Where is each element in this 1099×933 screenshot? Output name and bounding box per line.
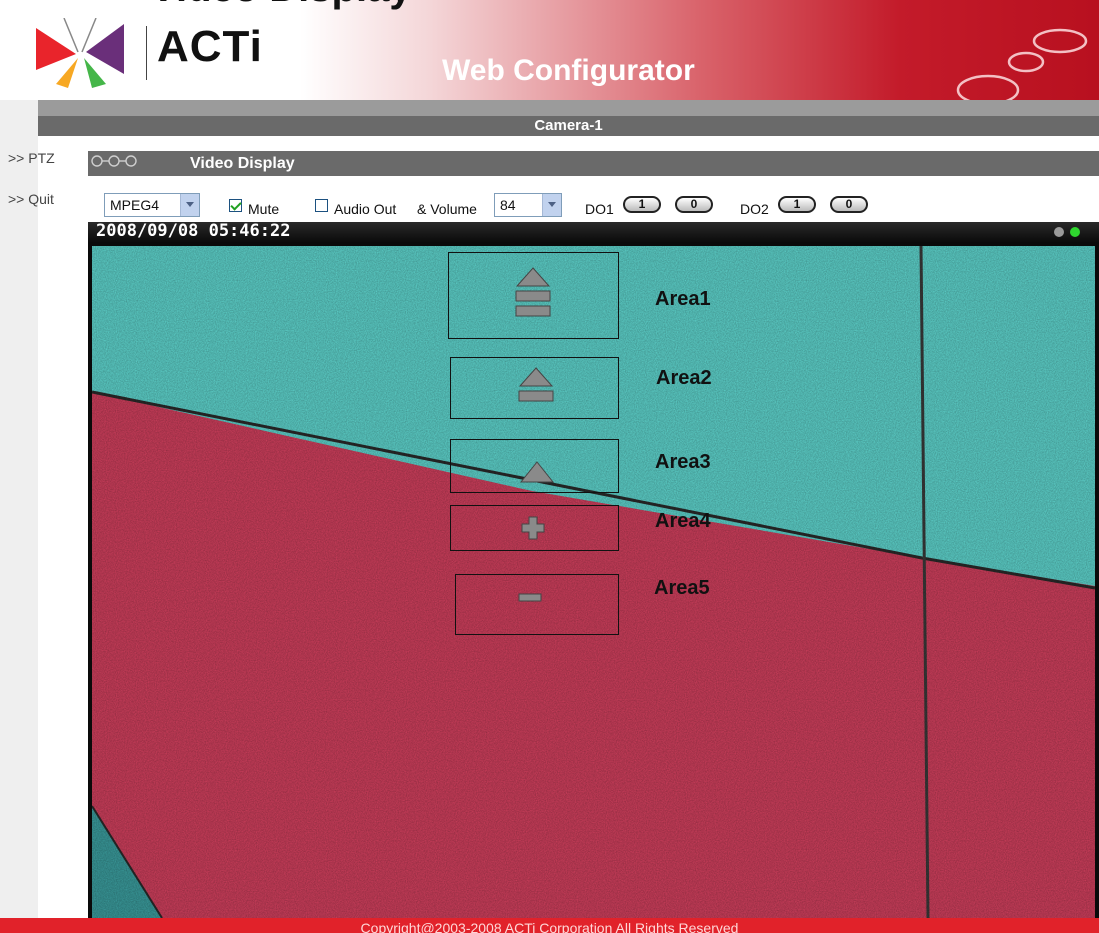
left-nav	[0, 100, 38, 918]
volume-select[interactable]: 84	[494, 193, 562, 217]
area4-box[interactable]	[450, 505, 619, 551]
do2-off-button[interactable]: 0	[830, 196, 868, 213]
triangle-double-bar-icon	[515, 267, 551, 317]
do2-on-button[interactable]: 1	[778, 196, 816, 213]
mute-checkbox[interactable]	[229, 199, 242, 212]
area2-label: Area2	[656, 367, 712, 389]
footer-copyright: Copyright@2003-2008 ACTi Corporation All…	[0, 918, 1099, 933]
camera-bar-top	[38, 100, 1099, 116]
volume-value: 84	[500, 197, 516, 213]
minus-icon	[518, 593, 542, 602]
decorative-rings-icon	[956, 28, 1088, 100]
page-caption-clip: Video Display	[150, 0, 412, 11]
app-title: Web Configurator	[442, 54, 695, 87]
status-led-gray-icon	[1054, 227, 1064, 237]
logo-divider	[146, 26, 147, 80]
area5-label: Area5	[654, 577, 710, 599]
do1-off-button[interactable]: 0	[675, 196, 713, 213]
area2-box[interactable]	[450, 357, 619, 419]
plus-icon	[521, 516, 545, 540]
do1-label: DO1	[585, 201, 614, 217]
area5-box[interactable]	[455, 574, 619, 635]
volume-label: & Volume	[417, 201, 477, 217]
nav-item-quit[interactable]: >> Quit	[8, 191, 54, 207]
area3-label: Area3	[655, 451, 711, 473]
area1-label: Area1	[655, 288, 711, 310]
brand-logo-text: ACTi	[157, 22, 263, 71]
do2-label: DO2	[740, 201, 769, 217]
video-timestamp: 2008/09/08 05:46:22	[96, 222, 291, 241]
status-led-green-icon	[1070, 227, 1080, 237]
audio-out-label: Audio Out	[334, 201, 397, 217]
do1-on-button[interactable]: 1	[623, 196, 661, 213]
app-header: Video Display ACTi Web Configurator	[0, 0, 1099, 100]
rings-icon	[91, 155, 137, 167]
acti-butterfly-logo-icon	[36, 18, 124, 88]
video-status-bar: 2008/09/08 05:46:22	[88, 222, 1099, 242]
video-display-title: Video Display	[190, 155, 295, 172]
nav-item-ptz[interactable]: >> PTZ	[8, 150, 55, 166]
chevron-down-icon[interactable]	[180, 194, 199, 216]
area4-label: Area4	[655, 510, 711, 532]
area1-box[interactable]	[448, 252, 619, 339]
triangle-icon	[519, 461, 555, 483]
video-display-bar: Video Display	[88, 151, 1099, 176]
codec-value: MPEG4	[110, 197, 160, 213]
area3-box[interactable]	[450, 439, 619, 493]
mute-label: Mute	[248, 201, 280, 217]
chevron-down-icon[interactable]	[542, 194, 561, 216]
codec-select[interactable]: MPEG4	[104, 193, 200, 217]
camera-title-bar: Camera-1	[38, 116, 1099, 136]
video-viewport[interactable]: 2008/09/08 05:46:22 Area1 Area2 Area3 Ar…	[88, 222, 1099, 918]
video-controls: MPEG4 Mute Audio Out & Volume 84 DO1 1 0…	[88, 193, 1099, 221]
audio-out-checkbox[interactable]	[315, 199, 328, 212]
triangle-bar-icon	[518, 367, 554, 402]
